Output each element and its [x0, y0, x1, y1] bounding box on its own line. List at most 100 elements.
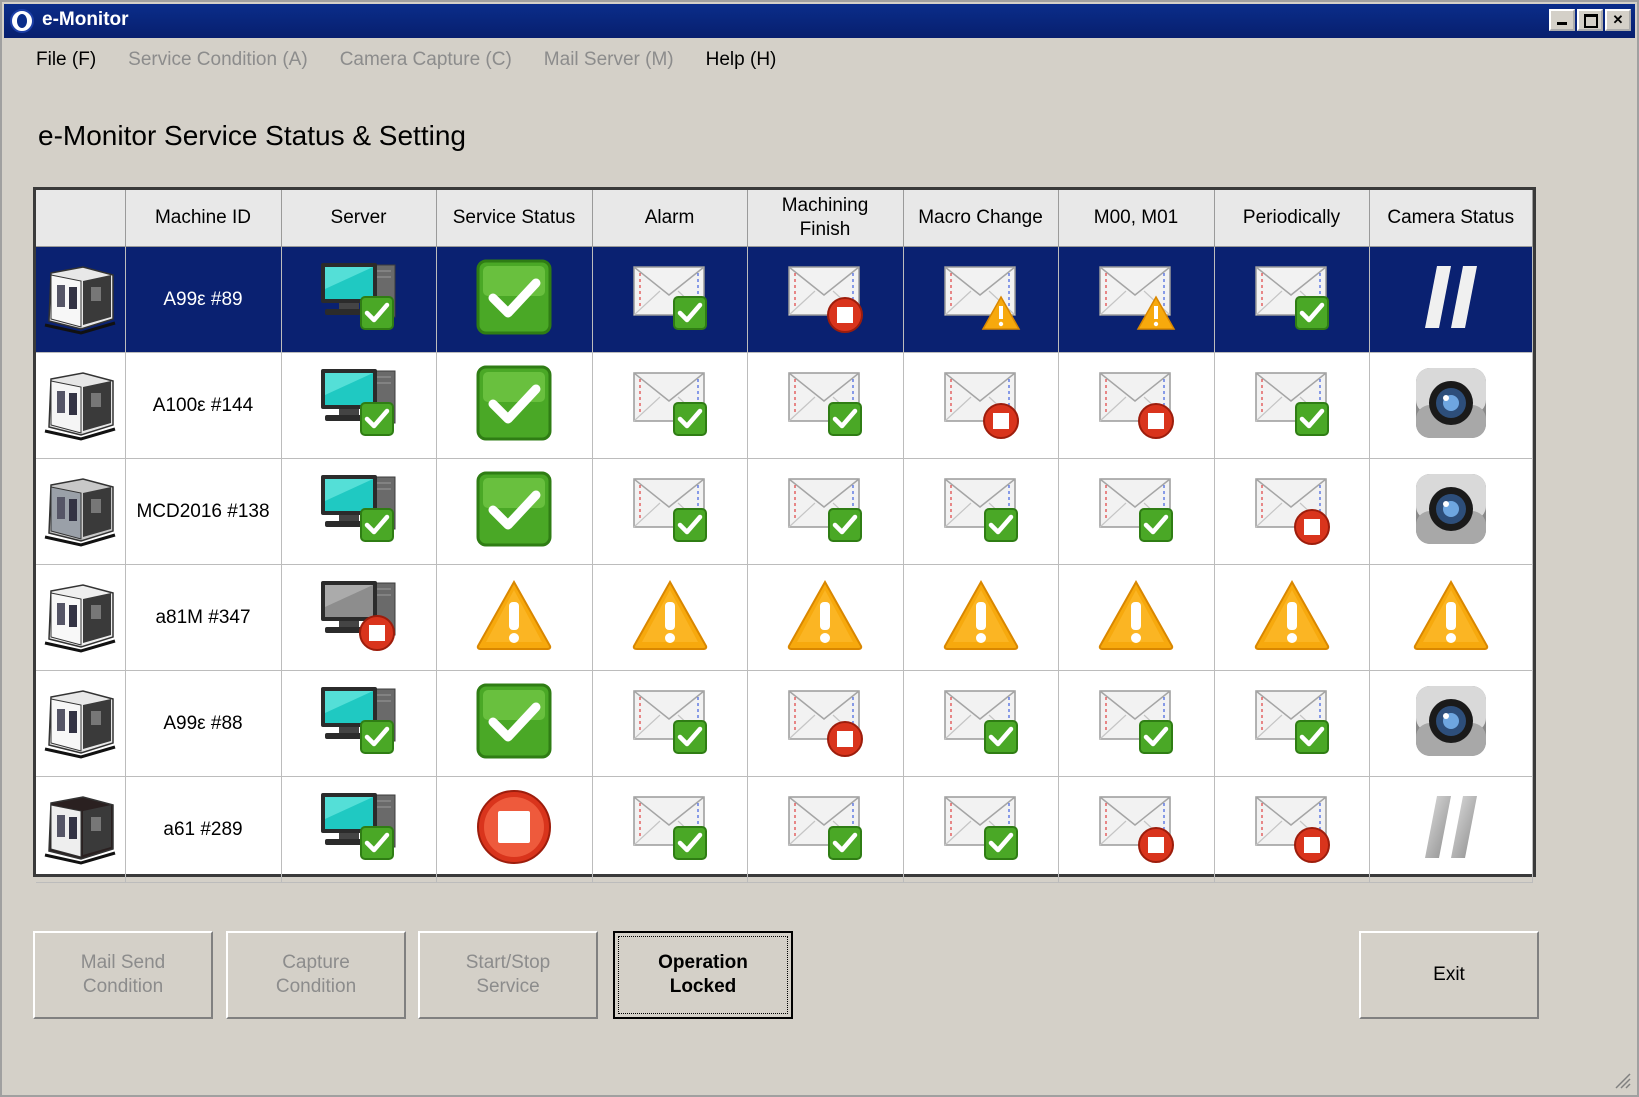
table-row[interactable]: A99ε #88: [36, 670, 1533, 777]
alarm-cell[interactable]: [592, 776, 748, 883]
machining-finish-cell[interactable]: [747, 352, 904, 459]
machine-id-cell[interactable]: A100ε #144: [125, 352, 282, 459]
menu-service-condition[interactable]: Service Condition (A): [128, 49, 308, 71]
mail-send-condition-button[interactable]: Mail Send Condition: [33, 931, 213, 1019]
periodically-cell[interactable]: [1214, 458, 1370, 565]
macro-change-cell[interactable]: [903, 352, 1059, 459]
camera-status-cell[interactable]: [1369, 246, 1533, 353]
capture-condition-button[interactable]: Capture Condition: [226, 931, 406, 1019]
machine-id-cell[interactable]: A99ε #89: [125, 246, 282, 353]
macro-change-cell[interactable]: [903, 458, 1059, 565]
minimize-button[interactable]: [1549, 9, 1575, 31]
table-row[interactable]: A100ε #144: [36, 352, 1533, 459]
m00-m01-cell[interactable]: [1058, 564, 1215, 671]
table-row[interactable]: a61 #289: [36, 776, 1533, 883]
machine-image-cell[interactable]: [36, 246, 126, 353]
server-status-cell[interactable]: [281, 246, 437, 353]
machine-image-cell[interactable]: [36, 776, 126, 883]
server-status-cell[interactable]: [281, 670, 437, 777]
m00-m01-cell[interactable]: [1058, 458, 1215, 565]
machining-finish-cell[interactable]: [747, 564, 904, 671]
alarm-cell[interactable]: [592, 352, 748, 459]
exit-button[interactable]: Exit: [1359, 931, 1539, 1019]
close-button[interactable]: ✕: [1605, 9, 1631, 31]
header-row: Machine ID Server Service Status Alarm M…: [36, 190, 1533, 247]
camera-status-cell[interactable]: [1369, 776, 1533, 883]
server-status-cell[interactable]: [281, 564, 437, 671]
service-status-cell[interactable]: [436, 352, 593, 459]
machine-id-cell[interactable]: MCD2016 #138: [125, 458, 282, 565]
camera-status-cell[interactable]: [1369, 458, 1533, 565]
menu-camera-capture[interactable]: Camera Capture (C): [340, 49, 512, 71]
column-header-alarm[interactable]: Alarm: [592, 190, 748, 247]
periodically-cell[interactable]: [1214, 352, 1370, 459]
m00-m01-cell[interactable]: [1058, 776, 1215, 883]
machine-image-cell[interactable]: [36, 352, 126, 459]
machine-id-cell[interactable]: a61 #289: [125, 776, 282, 883]
menu-help[interactable]: Help (H): [706, 49, 777, 71]
macro-change-cell[interactable]: [903, 246, 1059, 353]
periodically-cell[interactable]: [1214, 564, 1370, 671]
camera-status-cell[interactable]: [1369, 670, 1533, 777]
operation-locked-button[interactable]: Operation Locked: [613, 931, 793, 1019]
warning-icon: [630, 578, 710, 658]
alarm-cell[interactable]: [592, 246, 748, 353]
column-header-periodically[interactable]: Periodically: [1214, 190, 1370, 247]
button-label: Capture: [282, 952, 350, 973]
ok-icon: [475, 682, 553, 766]
server-status-cell[interactable]: [281, 458, 437, 565]
column-header-service-status[interactable]: Service Status: [436, 190, 593, 247]
column-header-camera-status[interactable]: Camera Status: [1369, 190, 1533, 247]
table-row[interactable]: a81M #347: [36, 564, 1533, 671]
mail-stop-icon: [785, 683, 865, 765]
camera-status-cell[interactable]: [1369, 352, 1533, 459]
start-stop-service-button[interactable]: Start/Stop Service: [418, 931, 598, 1019]
table-row[interactable]: A99ε #89: [36, 246, 1533, 353]
column-header-macro-change[interactable]: Macro Change: [903, 190, 1059, 247]
machining-finish-cell[interactable]: [747, 670, 904, 777]
m00-m01-cell[interactable]: [1058, 670, 1215, 777]
machining-finish-cell[interactable]: [747, 458, 904, 565]
machine-id-cell[interactable]: A99ε #88: [125, 670, 282, 777]
button-label: Condition: [82, 976, 164, 997]
server-online-icon: [317, 365, 401, 447]
alarm-cell[interactable]: [592, 670, 748, 777]
camera-status-cell[interactable]: [1369, 564, 1533, 671]
service-status-cell[interactable]: [436, 246, 593, 353]
service-status-cell[interactable]: [436, 776, 593, 883]
column-header-machine-id[interactable]: Machine ID: [125, 190, 282, 247]
periodically-cell[interactable]: [1214, 670, 1370, 777]
mail-stop-icon: [1096, 365, 1176, 447]
column-header-machining-finish[interactable]: Machining Finish: [747, 190, 904, 247]
menu-file[interactable]: File (F): [36, 49, 96, 71]
macro-change-cell[interactable]: [903, 564, 1059, 671]
machining-finish-cell[interactable]: [747, 776, 904, 883]
m00-m01-cell[interactable]: [1058, 246, 1215, 353]
service-status-cell[interactable]: [436, 670, 593, 777]
title-bar[interactable]: e-Monitor ✕: [4, 4, 1635, 38]
machining-finish-cell[interactable]: [747, 246, 904, 353]
server-status-cell[interactable]: [281, 352, 437, 459]
alarm-cell[interactable]: [592, 564, 748, 671]
machine-tool-icon: [41, 259, 119, 341]
m00-m01-cell[interactable]: [1058, 352, 1215, 459]
column-header-m00-m01[interactable]: M00, M01: [1058, 190, 1215, 247]
periodically-cell[interactable]: [1214, 776, 1370, 883]
column-header-server[interactable]: Server: [281, 190, 437, 247]
machine-id-cell[interactable]: a81M #347: [125, 564, 282, 671]
machine-image-cell[interactable]: [36, 458, 126, 565]
server-status-cell[interactable]: [281, 776, 437, 883]
alarm-cell[interactable]: [592, 458, 748, 565]
periodically-cell[interactable]: [1214, 246, 1370, 353]
macro-change-cell[interactable]: [903, 776, 1059, 883]
mail-ok-icon: [630, 259, 710, 341]
menu-mail-server[interactable]: Mail Server (M): [544, 49, 674, 71]
machine-image-cell[interactable]: [36, 564, 126, 671]
macro-change-cell[interactable]: [903, 670, 1059, 777]
machine-image-cell[interactable]: [36, 670, 126, 777]
service-status-cell[interactable]: [436, 458, 593, 565]
table-row[interactable]: MCD2016 #138: [36, 458, 1533, 565]
service-status-cell[interactable]: [436, 564, 593, 671]
maximize-button[interactable]: [1577, 9, 1603, 31]
resize-grip-icon[interactable]: [1613, 1071, 1631, 1089]
